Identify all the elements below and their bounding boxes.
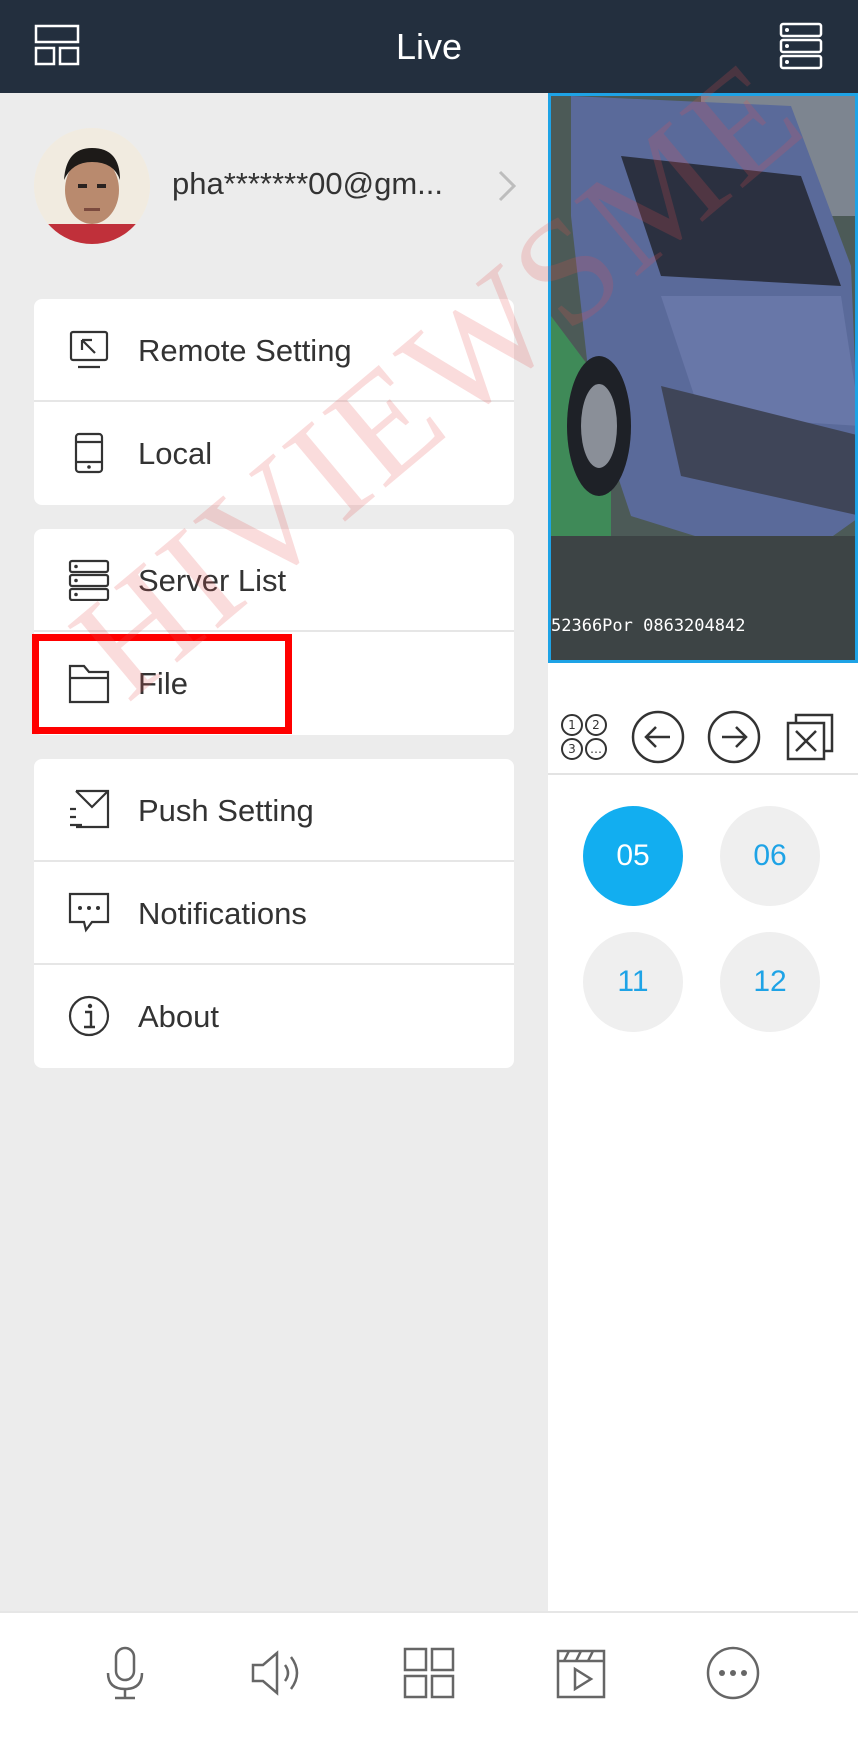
avatar-image (34, 128, 150, 244)
account-email: pha*******00@gm... (172, 166, 444, 201)
split-view-icon[interactable]: 1 2 3 … (556, 709, 612, 765)
channel-05-button[interactable]: 05 (583, 806, 683, 906)
microphone-icon[interactable] (95, 1643, 155, 1703)
menu-item-label: About (138, 999, 220, 1034)
menu-group-info: Push Setting Notifications About (34, 759, 514, 1068)
playback-icon[interactable] (551, 1643, 611, 1703)
speaker-icon[interactable] (247, 1643, 307, 1703)
menu-item-about[interactable]: About (34, 965, 514, 1068)
notifications-icon (68, 892, 110, 933)
menu-item-local[interactable]: Local (34, 402, 514, 505)
svg-text:2: 2 (592, 718, 600, 732)
remote-setting-icon (69, 330, 109, 369)
grid-icon[interactable] (399, 1643, 459, 1703)
menu-group-settings: Remote Setting Local (34, 299, 514, 505)
video-controls: 1 2 3 … (548, 691, 858, 775)
more-icon[interactable] (703, 1643, 763, 1703)
bottom-toolbar (0, 1611, 858, 1745)
menu-item-label: Push Setting (138, 793, 314, 828)
next-icon[interactable] (706, 709, 762, 765)
svg-text:…: … (590, 742, 602, 756)
local-device-icon (74, 432, 104, 474)
channel-12-button[interactable]: 12 (720, 932, 820, 1032)
live-view-panel: 52366Por 0863204842 1 2 3… 05 06 11 12 (548, 93, 858, 1611)
highlight-box (32, 634, 292, 734)
top-bar: Live (0, 0, 858, 93)
push-setting-icon (70, 789, 110, 829)
channel-11-button[interactable]: 11 (583, 932, 683, 1032)
close-all-icon[interactable] (782, 709, 838, 765)
side-drawer: pha*******00@gm... Remote Setting Local … (0, 93, 548, 1611)
menu-item-label: Notifications (138, 896, 307, 931)
menu-item-label: Remote Setting (138, 333, 352, 368)
channel-06-button[interactable]: 06 (720, 806, 820, 906)
previous-icon[interactable] (630, 709, 686, 765)
car-image (551, 96, 855, 660)
avatar (34, 128, 150, 244)
menu-item-server-list[interactable]: Server List (34, 529, 514, 632)
page-title: Live (395, 26, 463, 67)
video-osd-text: 52366Por 0863204842 (551, 616, 746, 636)
camera-video[interactable]: 52366Por 0863204842 (548, 93, 858, 663)
menu-item-label: Server List (138, 563, 287, 598)
menu-item-notifications[interactable]: Notifications (34, 862, 514, 965)
menu-item-label: Local (138, 436, 213, 471)
menu-item-push-setting[interactable]: Push Setting (34, 759, 514, 862)
profile-row[interactable]: pha*******00@gm... (34, 128, 517, 246)
server-list-icon (68, 559, 110, 601)
svg-text:1: 1 (568, 718, 576, 732)
chevron-right-icon (498, 170, 517, 202)
info-icon (68, 995, 110, 1037)
menu-item-remote-setting[interactable]: Remote Setting (34, 299, 514, 402)
svg-text:3: 3 (568, 742, 576, 756)
server-list-icon[interactable] (776, 20, 826, 70)
